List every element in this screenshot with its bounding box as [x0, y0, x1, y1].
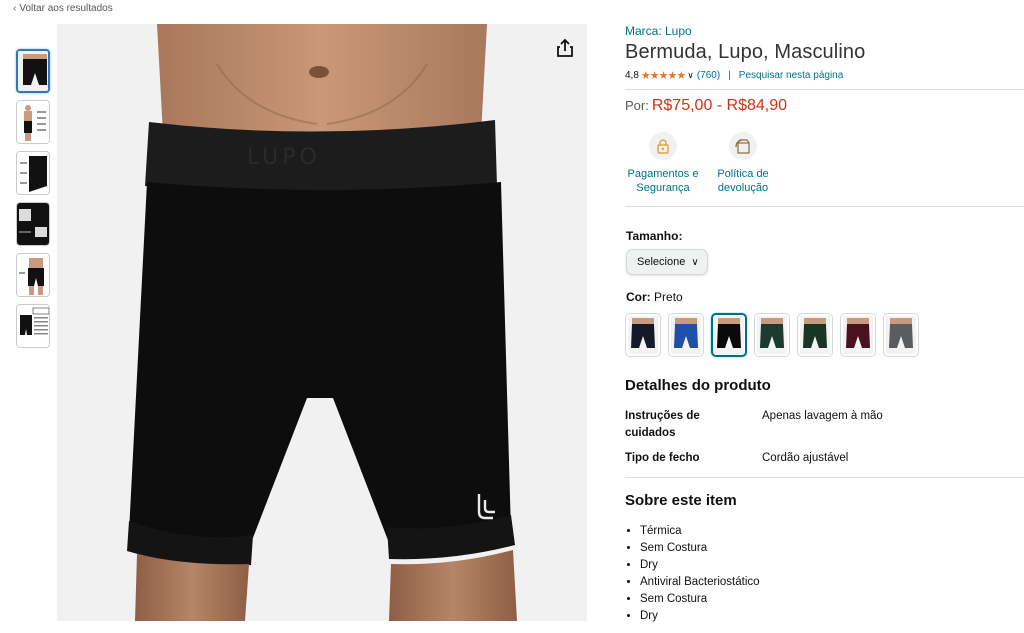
share-icon[interactable]	[553, 36, 577, 60]
list-item: Sem Costura	[640, 591, 760, 608]
chevron-left-icon: ‹	[13, 3, 17, 14]
separator: |	[728, 70, 731, 81]
color-swatch-black[interactable]	[711, 313, 747, 357]
price-range: R$75,00 - R$84,90	[651, 97, 788, 114]
detail-value-closure: Cordão ajustável	[762, 452, 849, 464]
size-label: Tamanho:	[626, 229, 683, 243]
detail-key-closure: Tipo de fecho	[625, 452, 700, 464]
swatch-shorts-icon	[800, 316, 830, 354]
list-item: Sem Costura	[640, 540, 760, 557]
model-side-thumbnail-icon	[17, 254, 49, 296]
rating-value: 4,8	[625, 70, 639, 81]
detail-value-care: Apenas lavagem à mão	[762, 410, 883, 422]
color-label: Cor:	[626, 290, 651, 304]
thumbnail-6[interactable]	[16, 304, 50, 348]
swatch-shorts-icon	[757, 316, 787, 354]
size-dropdown[interactable]: Selecione ∨	[626, 249, 708, 275]
swatch-shorts-icon	[671, 316, 701, 354]
color-label-row: Cor: Preto	[626, 290, 683, 304]
color-swatch-navy[interactable]	[625, 313, 661, 357]
details-heading: Detalhes do produto	[625, 377, 771, 394]
thumbnail-2[interactable]	[16, 100, 50, 144]
lock-icon	[649, 132, 677, 160]
color-swatch-blue[interactable]	[668, 313, 704, 357]
divider	[625, 89, 1024, 90]
closeup-thumbnail-icon	[17, 203, 49, 245]
feature-return-policy[interactable]: Política de devolução	[703, 132, 783, 195]
size-selected-value: Selecione	[637, 256, 686, 268]
thumbnail-4[interactable]	[16, 202, 50, 246]
color-swatch-camo-green[interactable]	[754, 313, 790, 357]
thumbnail-5[interactable]	[16, 253, 50, 297]
product-title: Bermuda, Lupo, Masculino	[625, 41, 866, 63]
color-swatch-dark-green[interactable]	[797, 313, 833, 357]
thumbnail-3[interactable]	[16, 151, 50, 195]
search-this-page-link[interactable]: Pesquisar nesta página	[739, 70, 844, 81]
about-heading: Sobre este item	[625, 492, 737, 509]
color-swatch-gray[interactable]	[883, 313, 919, 357]
feature-payments-security[interactable]: Pagamentos e Segurança	[623, 132, 703, 195]
product-info: Marca: Lupo Bermuda, Lupo, Masculino 4,8…	[625, 24, 1024, 82]
svg-text:LUPO: LUPO	[247, 145, 321, 170]
return-box-icon	[729, 132, 757, 160]
thumbnail-1[interactable]	[16, 49, 50, 93]
swatch-shorts-icon	[714, 316, 744, 354]
size-chart-thumbnail-icon	[17, 305, 49, 347]
rating-row: 4,8 ★★★★★ ∨ (760) | Pesquisar nesta pági…	[625, 69, 1024, 82]
main-product-image[interactable]: LUPO	[57, 24, 587, 621]
thumbnail-strip	[16, 49, 52, 355]
feature-label-line1: Política de	[717, 168, 769, 180]
about-list: Térmica Sem Costura Dry Antiviral Bacter…	[640, 523, 760, 625]
price-prefix: Por:	[625, 98, 649, 113]
feature-label-line2: Segurança	[636, 182, 690, 194]
model-front-thumbnail-icon	[17, 101, 49, 143]
brand-link[interactable]: Marca: Lupo	[625, 24, 1024, 38]
list-item: Térmica	[640, 523, 760, 540]
chevron-down-icon[interactable]: ∨	[687, 70, 694, 81]
list-item: Dry	[640, 557, 760, 574]
feature-label-line1: Pagamentos e	[627, 168, 699, 180]
swatch-shorts-icon	[886, 316, 916, 354]
list-item: Dry	[640, 608, 760, 625]
divider	[625, 477, 1024, 478]
divider	[625, 206, 1024, 207]
shorts-thumbnail-icon	[18, 51, 48, 91]
fabric-detail-thumbnail-icon	[17, 152, 49, 194]
swatch-shorts-icon	[628, 316, 658, 354]
color-swatches	[625, 313, 926, 357]
list-item: Antiviral Bacteriostático	[640, 574, 760, 591]
reviews-count-link[interactable]: (760)	[697, 70, 720, 81]
color-selected-value: Preto	[654, 290, 683, 304]
shorts-product-illustration: LUPO	[57, 24, 587, 621]
swatch-shorts-icon	[843, 316, 873, 354]
back-to-results-link[interactable]: ‹ Voltar aos resultados	[13, 3, 113, 14]
color-swatch-burgundy[interactable]	[840, 313, 876, 357]
price-row: Por: R$75,00 - R$84,90	[625, 97, 787, 115]
star-rating-icon[interactable]: ★★★★★	[641, 69, 686, 82]
detail-key-care: Instruções de cuidados	[625, 410, 700, 439]
chevron-down-icon: ∨	[691, 256, 699, 268]
feature-label-line2: devolução	[717, 182, 769, 194]
